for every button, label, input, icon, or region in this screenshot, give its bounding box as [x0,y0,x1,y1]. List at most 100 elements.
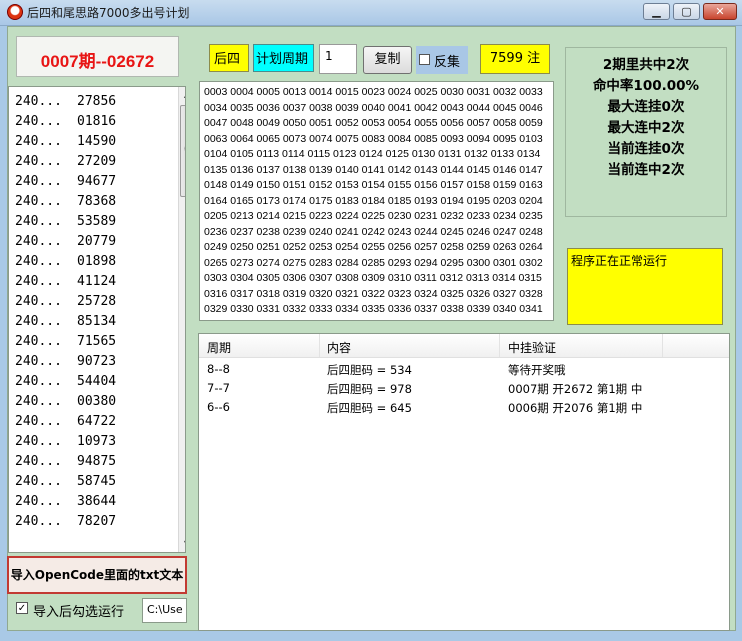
list-item[interactable]: 240... 94875 [9,453,169,473]
list-item[interactable]: 240... 38644 [9,493,169,513]
cell-content: 后四胆码 = 978 [327,382,412,396]
list-item[interactable]: 240... 01898 [9,253,169,273]
list-item-code: 64722 [77,414,117,429]
list-item[interactable]: 240... 58745 [9,473,169,493]
path-field[interactable]: C:\Use [142,598,187,623]
list-item-id: 240... [15,354,62,369]
column-header-period[interactable]: 周期 [207,339,231,356]
list-item[interactable]: 240... 54404 [9,373,169,393]
stats-panel: 2期里共中2次 命中率100.00% 最大连挂0次 最大连中2次 当前连挂0次 … [565,47,727,217]
maximize-button[interactable]: ▢ [673,3,700,20]
maximize-icon: ▢ [681,5,692,18]
list-item-id: 240... [15,514,62,529]
vertical-scrollbar[interactable]: ▲ ≡ ▼ [178,87,185,552]
column-header-verify[interactable]: 中挂验证 [508,339,556,356]
reverse-checkbox[interactable] [419,54,430,65]
list-item[interactable]: 240... 25728 [9,293,169,313]
copy-button[interactable]: 复制 [363,46,412,74]
list-item-id: 240... [15,454,62,469]
scroll-up-icon[interactable]: ▲ [179,87,185,103]
list-item[interactable]: 240... 14590 [9,133,169,153]
stat-line: 最大连中2次 [607,120,685,136]
list-item-code: 58745 [77,474,117,489]
issue-text: 0007期--02672 [40,52,155,71]
list-item[interactable]: 240... 64722 [9,413,169,433]
list-item[interactable]: 240... 27856 [9,93,169,113]
list-item[interactable]: 240... 78207 [9,513,169,533]
cell-content: 后四胆码 = 534 [327,363,412,377]
list-item[interactable]: 240... 01816 [9,113,169,133]
list-item[interactable]: 240... 00380 [9,393,169,413]
list-item-code: 78207 [77,514,117,529]
window-title: 后四和尾思路7000多出号计划 [27,6,190,20]
table-row[interactable]: 8--8 后四胆码 = 534 等待开奖哦 [199,360,729,380]
column-header-content[interactable]: 内容 [327,339,351,356]
list-item-id: 240... [15,194,62,209]
issue-display: 0007期--02672 [16,36,179,77]
list-item-code: 14590 [77,134,117,149]
table-row[interactable]: 7--7 后四胆码 = 978 0007期 开2672 第1期 中 [199,379,729,399]
list-item[interactable]: 240... 90723 [9,353,169,373]
auto-run-checkbox[interactable]: ✓ [16,602,28,614]
cell-verify: 等待开奖哦 [508,363,566,377]
app-icon [7,4,23,20]
list-item-id: 240... [15,314,62,329]
list-item-code: 25728 [77,294,117,309]
minimize-button[interactable]: ▁ [643,3,670,20]
grip-icon: ≡ [183,144,185,153]
list-item-id: 240... [15,374,62,389]
list-item-id: 240... [15,94,62,109]
stat-line: 最大连挂0次 [607,99,685,115]
title-bar: 后四和尾思路7000多出号计划 ▁ ▢ ✕ [0,0,742,26]
count-display: 7599 注 [480,44,550,74]
list-item[interactable]: 240... 41124 [9,273,169,293]
position-field[interactable]: 后四 [209,44,249,72]
list-item[interactable]: 240... 10973 [9,433,169,453]
cell-verify: 0006期 开2076 第1期 中 [508,401,643,415]
list-item-id: 240... [15,154,62,169]
cell-period: 6--6 [207,400,230,414]
cell-verify: 0007期 开2672 第1期 中 [508,382,643,396]
list-item-id: 240... [15,394,62,409]
list-item[interactable]: 240... 53589 [9,213,169,233]
results-table[interactable]: 周期 内容 中挂验证 8--8 后四胆码 = 534 等待开奖哦 7--7 后四… [198,333,730,631]
list-item[interactable]: 240... 94677 [9,173,169,193]
scroll-down-icon[interactable]: ▼ [179,536,185,552]
list-item-code: 01816 [77,114,117,129]
cell-period: 8--8 [207,362,230,376]
stat-line: 命中率100.00% [592,78,700,94]
import-button[interactable]: 导入OpenCode里面的txt文本 [7,556,187,594]
list-item[interactable]: 240... 20779 [9,233,169,253]
list-item-code: 94677 [77,174,117,189]
close-button[interactable]: ✕ [703,3,737,20]
list-item-code: 00380 [77,394,117,409]
code-list[interactable]: 240... 27856 240... 01816 240... 14590 240... 2… [8,86,186,553]
table-row[interactable]: 6--6 后四胆码 = 645 0006期 开2076 第1期 中 [199,398,729,418]
stat-line: 当前连挂0次 [607,141,685,157]
list-item[interactable]: 240... 85134 [9,313,169,333]
window-bottom-edge [0,631,742,641]
list-item-code: 53589 [77,214,117,229]
minimize-icon: ▁ [652,5,661,18]
close-icon: ✕ [715,5,725,18]
numbers-text: 0003 0004 0005 0013 0014 0015 0023 0024 … [204,86,543,315]
list-item-id: 240... [15,274,62,289]
stat-line: 当前连中2次 [607,162,685,178]
list-item-id: 240... [15,114,62,129]
cycle-input[interactable]: 1 [319,44,357,74]
list-item-code: 41124 [77,274,117,289]
scroll-thumb[interactable]: ≡ [180,105,185,197]
list-item[interactable]: 240... 78368 [9,193,169,213]
list-item-id: 240... [15,234,62,249]
list-item-id: 240... [15,254,62,269]
list-item[interactable]: 240... 27209 [9,153,169,173]
numbers-textarea[interactable]: 0003 0004 0005 0013 0014 0015 0023 0024 … [199,81,554,321]
list-item[interactable]: 240... 71565 [9,333,169,353]
list-item-id: 240... [15,414,62,429]
reverse-option[interactable]: 反集 [416,46,468,74]
list-item-id: 240... [15,434,62,449]
list-item-id: 240... [15,474,62,489]
list-item-code: 10973 [77,434,117,449]
list-item-id: 240... [15,334,62,349]
list-item-code: 71565 [77,334,117,349]
